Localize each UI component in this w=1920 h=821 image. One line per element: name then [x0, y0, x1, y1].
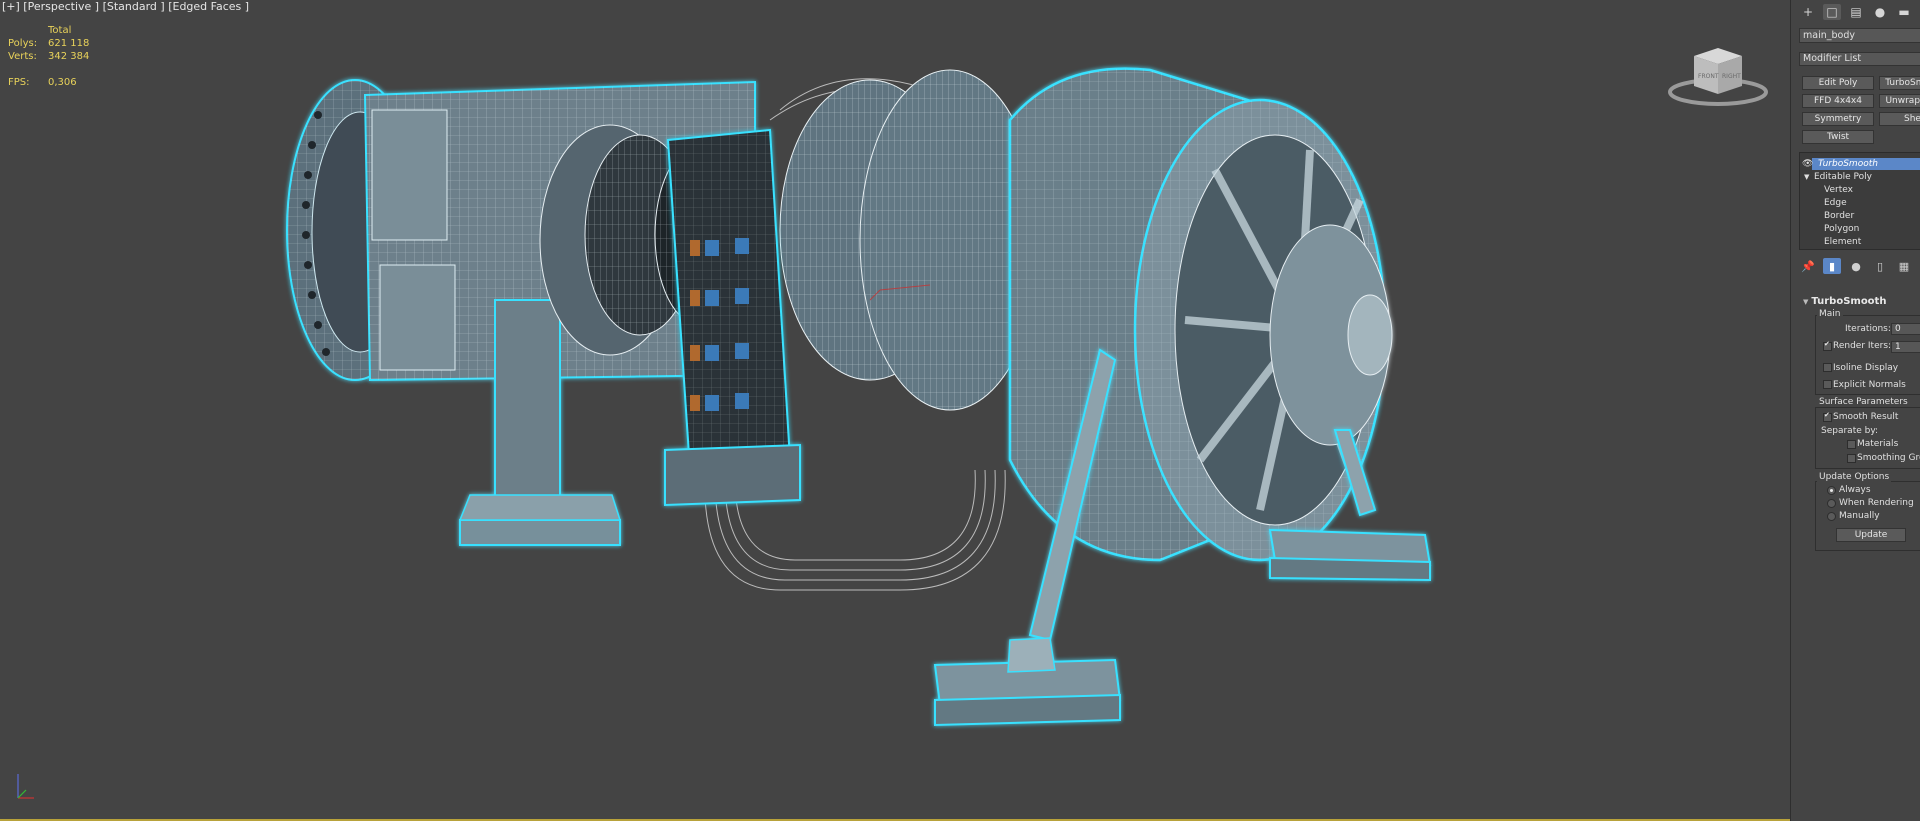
viewcube-right-label[interactable]: RIGHT [1722, 73, 1741, 80]
motion-icon[interactable]: ● [1871, 4, 1889, 20]
surface-parameters-label: Surface Parameters [1817, 397, 1910, 407]
smoothing-groups-checkbox[interactable] [1847, 454, 1856, 463]
materials-checkbox[interactable] [1847, 440, 1856, 449]
verts-value: 342 384 [48, 51, 90, 62]
always-radio[interactable] [1827, 486, 1836, 495]
smooth-result-checkbox[interactable] [1823, 411, 1832, 422]
stack-item-polygon[interactable]: Polygon [1824, 223, 1859, 235]
modifier-list-dropdown[interactable]: Modifier List [1799, 52, 1920, 66]
eye-icon[interactable]: 👁 [1802, 158, 1813, 170]
display-icon[interactable]: ▬ [1895, 4, 1913, 20]
manually-label: Manually [1839, 511, 1880, 521]
fps-label: FPS: [8, 77, 30, 88]
symmetry-button[interactable]: Symmetry [1802, 112, 1874, 126]
modifier-stack: 👁 TurboSmooth ▼ Editable Poly Vertex Edg… [1799, 152, 1920, 250]
rollout-title: TurboSmooth [1811, 296, 1887, 307]
viewport-label-menu[interactable]: [+] [Perspective ] [Standard ] [Edged Fa… [2, 0, 249, 13]
when-rendering-radio[interactable] [1827, 499, 1836, 508]
make-unique-icon[interactable]: ● [1847, 258, 1865, 274]
unwrap-uvw-button[interactable]: Unwrap UVW [1879, 94, 1920, 108]
polys-value: 621 118 [48, 38, 90, 49]
stack-item-vertex[interactable]: Vertex [1824, 184, 1853, 196]
iterations-spinner[interactable]: 0 [1891, 323, 1920, 335]
viewcube[interactable]: FRONT RIGHT [1668, 40, 1768, 110]
always-label: Always [1839, 485, 1871, 495]
pin-icon[interactable]: 📌 [1799, 258, 1817, 274]
update-button[interactable]: Update [1836, 528, 1906, 542]
stack-item-edge[interactable]: Edge [1824, 197, 1847, 209]
explicit-normals-checkbox[interactable] [1823, 380, 1832, 389]
remove-modifier-icon[interactable]: ▯ [1871, 258, 1889, 274]
viewcube-front-label[interactable]: FRONT [1698, 73, 1719, 80]
polys-label: Polys: [8, 38, 38, 49]
ffd-button[interactable]: FFD 4x4x4 [1802, 94, 1874, 108]
perspective-viewport[interactable]: [+] [Perspective ] [Standard ] [Edged Fa… [0, 0, 1790, 821]
materials-label: Materials [1857, 439, 1899, 449]
command-panel: + □ ▤ ● ▬ Modifier List Edit Poly TurboS… [1790, 0, 1920, 821]
render-iters-label: Render Iters: [1833, 341, 1892, 351]
stack-item-border[interactable]: Border [1824, 210, 1854, 222]
stack-item-turbosmooth[interactable]: TurboSmooth [1818, 158, 1878, 170]
shell-button[interactable]: Shell [1879, 112, 1920, 126]
smooth-result-label: Smooth Result [1833, 412, 1899, 422]
turbosmooth-rollout-header[interactable]: ▼ TurboSmooth [1803, 296, 1886, 307]
axis-tripod-icon [17, 774, 34, 799]
modify-icon[interactable]: □ [1823, 4, 1841, 20]
create-icon[interactable]: + [1799, 4, 1817, 20]
update-options-label: Update Options [1817, 472, 1892, 482]
stack-tools: 📌 ▮ ● ▯ ▦ [1799, 258, 1913, 274]
show-end-result-icon[interactable]: ▮ [1823, 258, 1841, 274]
collapse-triangle-icon: ▼ [1803, 298, 1809, 306]
iterations-label: Iterations: [1845, 324, 1891, 334]
explicit-normals-label: Explicit Normals [1833, 380, 1906, 390]
stack-item-element[interactable]: Element [1824, 236, 1861, 248]
edit-poly-button[interactable]: Edit Poly [1802, 76, 1874, 90]
main-group-label: Main [1817, 309, 1843, 319]
hierarchy-icon[interactable]: ▤ [1847, 4, 1865, 20]
expand-triangle-icon[interactable]: ▼ [1804, 171, 1809, 183]
isoline-display-checkbox[interactable] [1823, 363, 1832, 372]
object-name-field[interactable] [1799, 28, 1920, 43]
render-iters-spinner[interactable]: 1 [1891, 341, 1920, 353]
verts-label: Verts: [8, 51, 37, 62]
viewport-statistics: Total Polys: 621 118 Verts: 342 384 FPS: 0,… [8, 24, 89, 89]
isoline-display-label: Isoline Display [1833, 363, 1899, 373]
turbine-model-render[interactable] [0, 0, 1790, 821]
control-rack [664, 128, 801, 507]
configure-icon[interactable]: ▦ [1895, 258, 1913, 274]
separate-by-label: Separate by: [1821, 426, 1879, 436]
stack-item-editable-poly[interactable]: Editable Poly [1814, 171, 1872, 183]
command-panel-tabs: + □ ▤ ● ▬ [1799, 4, 1913, 22]
when-rendering-label: When Rendering [1839, 498, 1914, 508]
turbosmooth-button[interactable]: TurboSmooth [1879, 76, 1920, 90]
render-iters-checkbox[interactable] [1823, 340, 1832, 351]
twist-button[interactable]: Twist [1802, 130, 1874, 144]
manually-radio[interactable] [1827, 512, 1836, 521]
stats-header: Total [48, 25, 72, 36]
fps-value: 0,306 [48, 77, 77, 88]
smoothing-groups-label: Smoothing Groups [1857, 453, 1920, 463]
